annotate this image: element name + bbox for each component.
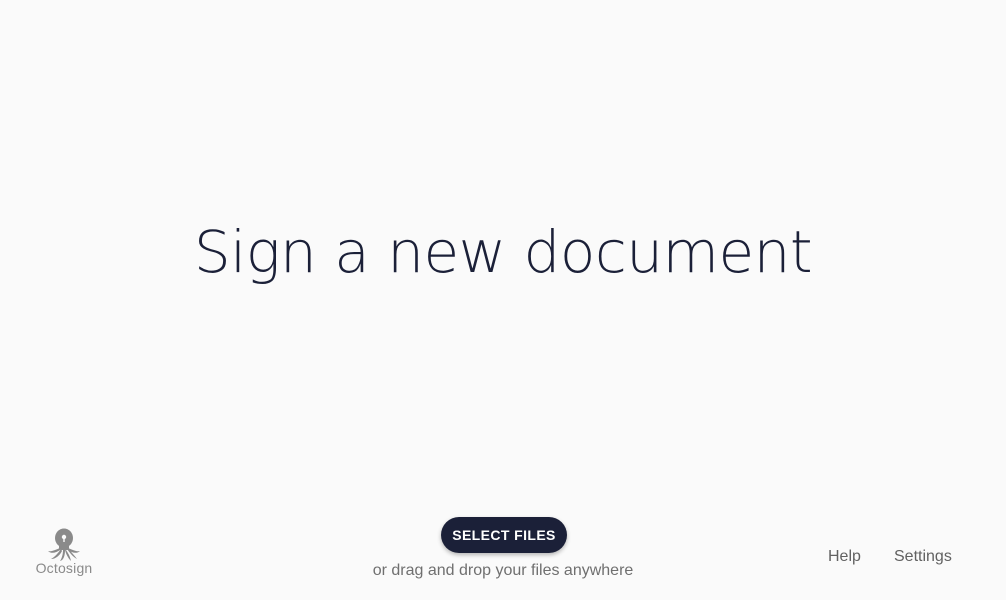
app-window: Sign a new document Octosign SELECT FILE… (0, 0, 1006, 600)
octopus-icon (48, 528, 80, 561)
page-title: Sign a new document (193, 218, 813, 286)
select-files-button[interactable]: SELECT FILES (441, 517, 567, 553)
help-link[interactable]: Help (824, 546, 865, 568)
settings-link[interactable]: Settings (890, 546, 956, 568)
